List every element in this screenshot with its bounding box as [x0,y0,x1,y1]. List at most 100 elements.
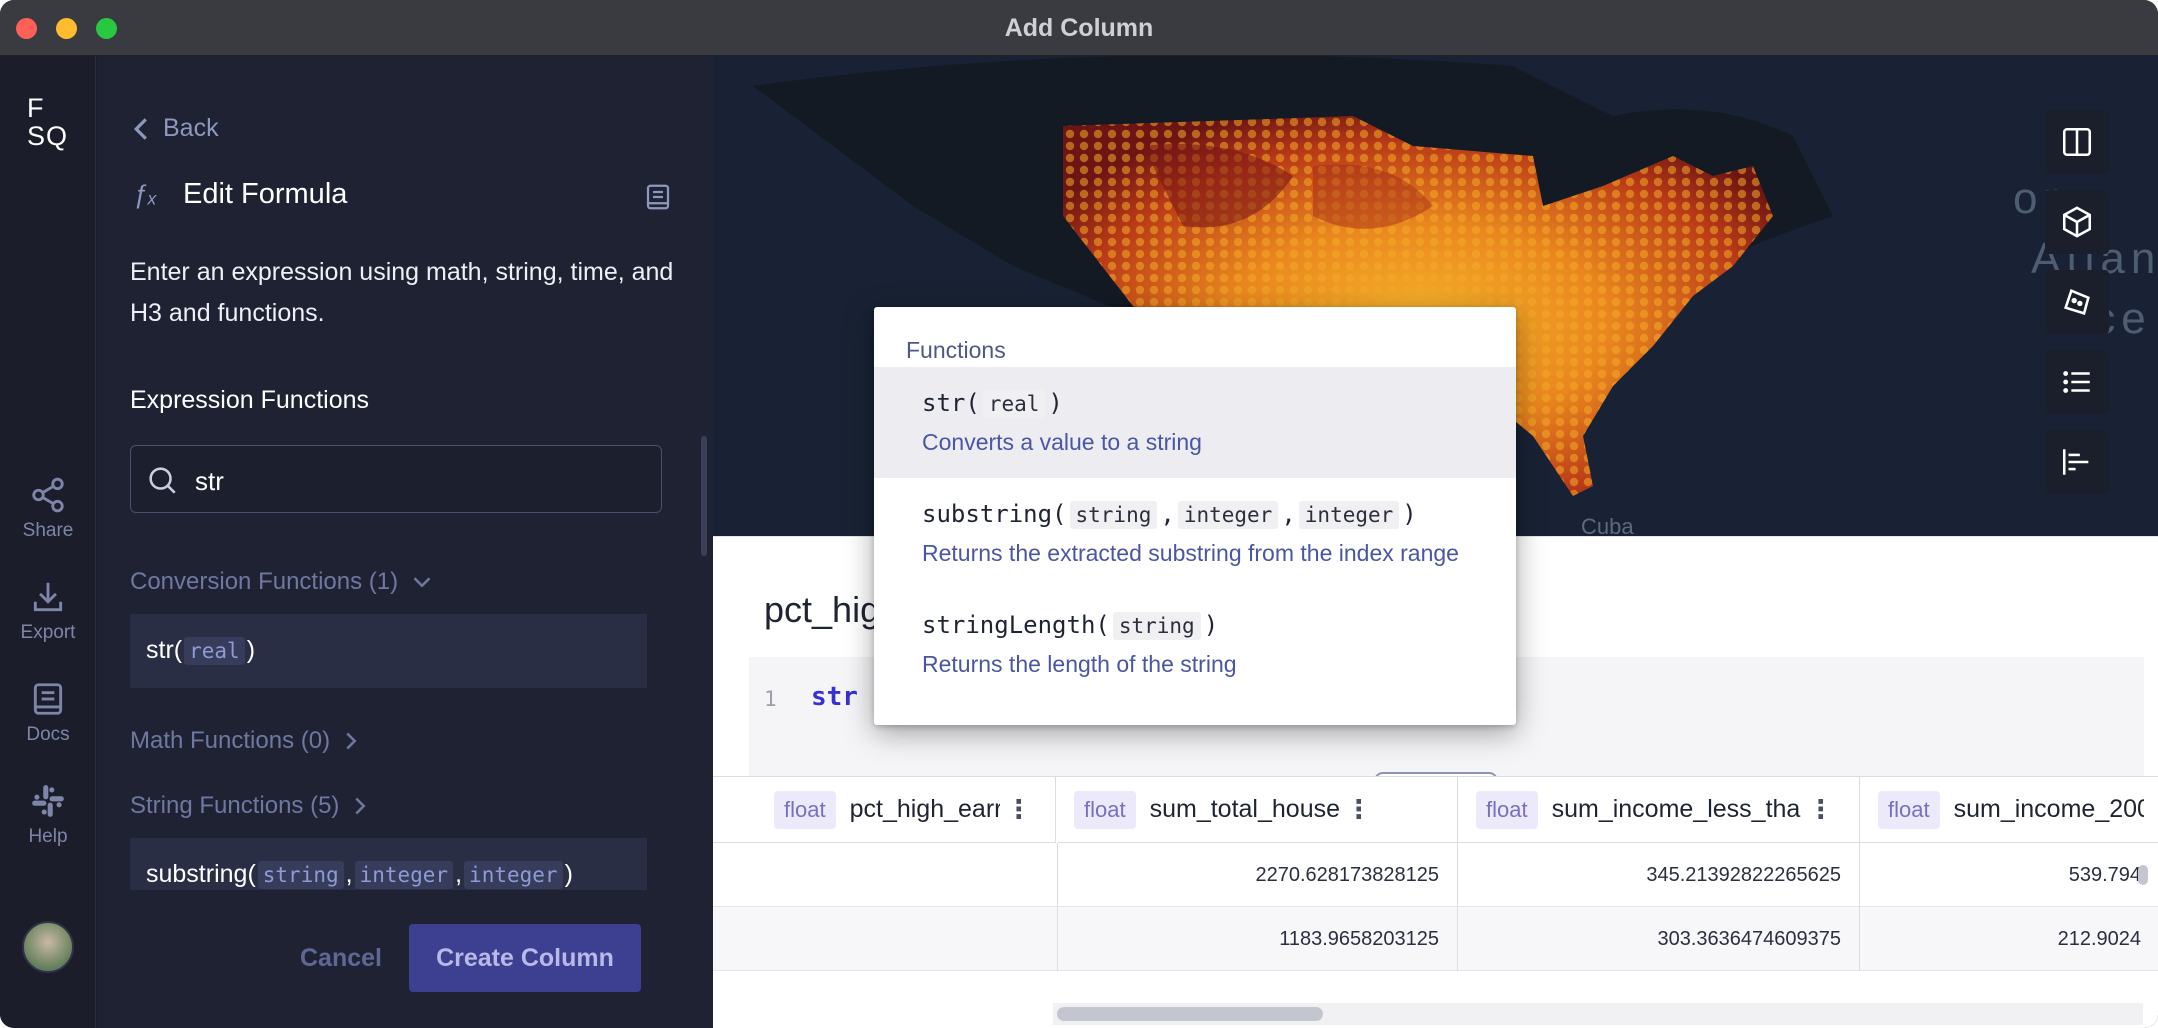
chevron-right-icon [346,732,357,750]
panel-description: Enter an expression using math, string, … [130,258,674,327]
function-close: ) [1048,389,1063,417]
layers-list-button[interactable] [2045,350,2109,414]
column-menu-icon[interactable]: ⋮ [1808,794,1834,825]
table-row[interactable]: 2270.628173828125 345.21392822265625 539… [713,843,2158,907]
conversion-functions-group[interactable]: Conversion Functions (1) [130,568,432,596]
expression-functions-heading: Expression Functions [130,386,370,414]
function-close: ) [564,860,573,888]
export-button[interactable]: Export [0,578,96,644]
column-header-label: pct_high_earr [849,795,1000,823]
arg-token: string [1069,501,1158,529]
3d-view-button[interactable] [2045,190,2109,254]
back-label: Back [163,114,219,142]
search-value: str [195,466,224,496]
table-cell: 539.794 [2068,864,2141,886]
column-header[interactable]: float sum_income_less_than ⋮ [1458,777,1860,843]
function-search-input[interactable]: str [130,445,662,513]
panel-title: Edit Formula [183,178,348,210]
string-functions-group[interactable]: String Functions (5) [130,792,367,820]
conversion-functions-label: Conversion Functions (1) [130,568,399,595]
arg-token: real [184,637,245,665]
cancel-button[interactable]: Cancel [300,944,382,973]
data-table: float pct_high_earr ⋮ float sum_total_ho… [713,776,2158,1028]
function-name: str( [922,389,980,417]
popup-item-stringlength[interactable]: stringLength(string) Returns the length … [874,589,1516,700]
type-badge: float [774,790,836,829]
type-badge: float [1074,790,1136,829]
string-functions-label: String Functions (5) [130,792,340,819]
vertical-scrollbar[interactable] [2138,865,2148,885]
slack-icon [32,785,64,817]
function-signature: substring(string, integer, integer) [922,500,1417,529]
function-description: Returns the length of the string [922,651,1237,677]
arg-token: string [1112,612,1201,640]
type-badge: float [1476,790,1538,829]
window-title: Add Column [1004,14,1154,42]
docs-icon [33,683,63,715]
function-name: substring( [922,500,1067,528]
icon-rail: F SQ Share Export Docs Help [0,56,96,1028]
table-cell: 303.3636474609375 [1458,907,1860,971]
function-description: Returns the extracted substring from the… [922,540,1459,566]
table-cell [713,907,1058,971]
column-header[interactable]: float sum_total_househc ⋮ [1058,777,1458,843]
export-icon [33,582,63,612]
column-header[interactable]: float sum_income_200 [1860,777,2158,843]
docs-button[interactable]: Docs [0,680,96,746]
share-button[interactable]: Share [0,476,96,542]
cuba-label: Cuba [1581,514,1634,536]
draw-polygon-button[interactable] [2045,270,2109,334]
arg-token: string [257,861,344,889]
table-cell [713,843,1058,907]
math-functions-label: Math Functions (0) [130,727,331,754]
column-menu-icon[interactable]: ⋮ [1006,794,1032,825]
popup-header: Functions [906,337,1006,363]
table-cell: 1183.9658203125 [1058,907,1458,971]
formula-icon: ƒₓ [133,179,158,209]
split-view-button[interactable] [2045,110,2109,174]
search-icon [149,467,176,494]
legend-icon [2062,449,2089,475]
split-view-icon [2062,127,2092,157]
function-item-substring[interactable]: substring(string, integer, integer) [130,838,647,890]
function-item-str[interactable]: str(real) [130,614,647,688]
chevron-right-icon [355,797,366,815]
function-name: stringLength( [922,611,1110,639]
arg-token: integer [1177,501,1279,529]
user-avatar[interactable] [22,921,74,973]
docs-label: Docs [26,724,70,745]
documentation-icon[interactable] [643,180,673,214]
function-close: ) [246,636,256,664]
function-name: substring( [146,860,256,888]
back-button[interactable]: Back [133,114,219,143]
table-cell: 212.9024 [2057,928,2141,950]
function-close: ) [1203,611,1219,639]
function-close: ) [1402,500,1417,528]
code-text: str [811,682,858,712]
chevron-left-icon [133,117,147,140]
help-button[interactable]: Help [0,782,96,848]
column-header[interactable]: float pct_high_earr ⋮ [713,777,1056,843]
math-functions-group[interactable]: Math Functions (0) [130,727,358,755]
app-window: Add Column F SQ Share Export Docs Help B… [0,0,2158,1028]
share-label: Share [22,520,74,541]
column-header-label: sum_income_less_than [1551,795,1802,823]
popup-item-str[interactable]: str(real) Converts a value to a string [874,367,1516,478]
table-row[interactable]: 1183.9658203125 303.3636474609375 212.90… [713,907,2158,971]
column-menu-icon[interactable]: ⋮ [1346,794,1372,825]
functions-autocomplete-popup: Functions str(real) Converts a value to … [874,307,1516,725]
arg-token: integer [464,861,563,889]
function-signature: stringLength(string) [922,611,1218,640]
table-cell: 2270.628173828125 [1058,843,1458,907]
horizontal-scrollbar[interactable] [1057,1007,1323,1021]
panel-header: ƒₓ Edit Formula [133,178,673,211]
panel-scrollbar[interactable] [701,436,707,556]
table-cell: 345.21392822265625 [1458,843,1860,907]
create-column-button[interactable]: Create Column [409,924,641,992]
share-icon [32,477,64,513]
popup-item-substring[interactable]: substring(string, integer, integer) Return… [874,478,1516,589]
title-bar: Add Column [0,0,2158,56]
legend-button[interactable] [2045,430,2109,494]
arg-token: integer [354,861,454,889]
column-header-label: sum_income_200 [1953,795,2144,823]
